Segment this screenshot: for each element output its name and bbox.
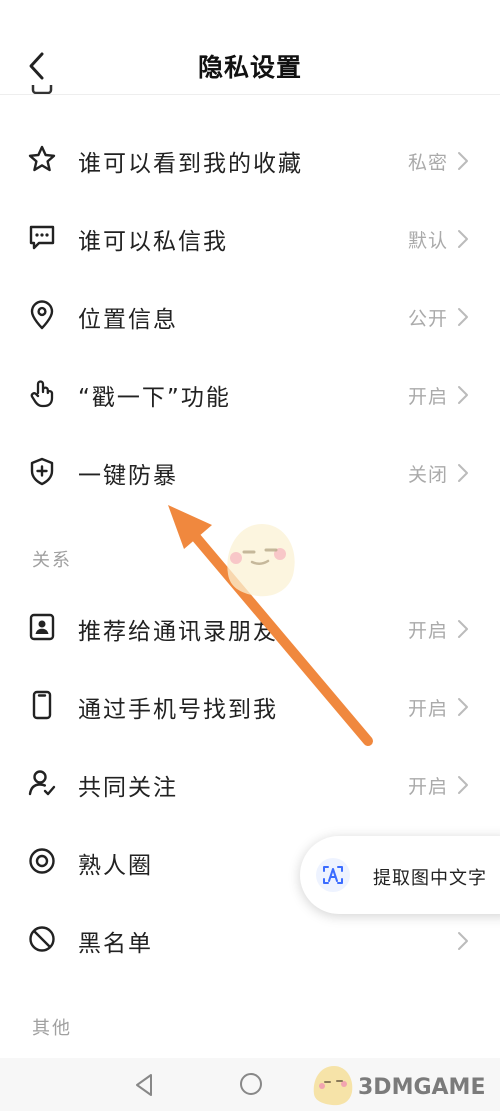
location-icon	[30, 300, 54, 330]
setting-row-favorites[interactable]: 谁可以看到我的收藏 私密	[0, 122, 500, 200]
extract-text-button[interactable]: 提取图中文字	[300, 836, 500, 914]
setting-value: 私密	[407, 152, 448, 174]
setting-label: 熟人圈	[78, 853, 153, 879]
tap-hand-icon	[30, 380, 54, 408]
chevron-right-icon	[458, 308, 468, 326]
user-check-icon	[28, 770, 56, 796]
chevron-right-icon	[458, 932, 468, 950]
setting-row-poke[interactable]: “戳一下”功能 开启	[0, 356, 500, 434]
setting-value: 关闭	[407, 464, 448, 486]
nav-back-triangle-icon[interactable]	[132, 1072, 156, 1098]
watermark-mascot-icon	[313, 1066, 353, 1106]
setting-label: “戳一下”功能	[78, 385, 231, 411]
setting-value: 开启	[407, 386, 448, 408]
star-icon	[28, 145, 56, 172]
header: 隐私设置	[0, 0, 500, 96]
chevron-right-icon	[458, 698, 468, 716]
section-header-relation: 关系	[32, 550, 72, 571]
setting-value: 开启	[407, 698, 448, 720]
setting-label: 共同关注	[78, 775, 178, 801]
chevron-right-icon	[458, 620, 468, 638]
header-divider	[0, 94, 500, 95]
setting-value: 开启	[407, 620, 448, 642]
setting-row-anti-harassment[interactable]: 一键防暴 关闭	[0, 434, 500, 512]
section-header-other: 其他	[32, 1018, 72, 1039]
block-icon	[29, 926, 55, 952]
chevron-right-icon	[458, 464, 468, 482]
setting-row-phone[interactable]: 通过手机号找到我 开启	[0, 668, 500, 746]
chevron-right-icon	[458, 230, 468, 248]
phone-icon	[32, 690, 52, 720]
shield-plus-icon	[30, 457, 54, 486]
setting-label: 位置信息	[78, 307, 178, 333]
message-icon	[29, 225, 55, 250]
page-title: 隐私设置	[197, 53, 302, 82]
setting-label: 一键防暴	[78, 463, 178, 489]
setting-label: 推荐给通讯录朋友	[78, 619, 278, 645]
extract-text-label: 提取图中文字	[373, 868, 487, 889]
text-scan-icon	[316, 858, 350, 892]
setting-label: 黑名单	[78, 931, 153, 957]
setting-row-contacts[interactable]: 推荐给通讯录朋友 开启	[0, 590, 500, 668]
circle-target-icon	[29, 848, 55, 874]
chevron-right-icon	[458, 152, 468, 170]
setting-label: 谁可以看到我的收藏	[78, 151, 303, 177]
setting-label: 通过手机号找到我	[78, 697, 278, 723]
chevron-right-icon	[458, 386, 468, 404]
setting-value: 开启	[407, 776, 448, 798]
setting-value: 默认	[407, 230, 448, 252]
setting-row-location[interactable]: 位置信息 公开	[0, 278, 500, 356]
setting-row-mutual-follow[interactable]: 共同关注 开启	[0, 746, 500, 824]
nav-home-circle-icon[interactable]	[238, 1071, 264, 1097]
setting-row-messages[interactable]: 谁可以私信我 默认	[0, 200, 500, 278]
contact-card-icon	[29, 613, 55, 641]
watermark-text: 3DMGAME	[358, 1075, 486, 1100]
setting-label: 谁可以私信我	[78, 229, 228, 255]
partial-icon	[30, 84, 54, 98]
chevron-right-icon	[458, 776, 468, 794]
setting-value: 公开	[407, 308, 448, 330]
